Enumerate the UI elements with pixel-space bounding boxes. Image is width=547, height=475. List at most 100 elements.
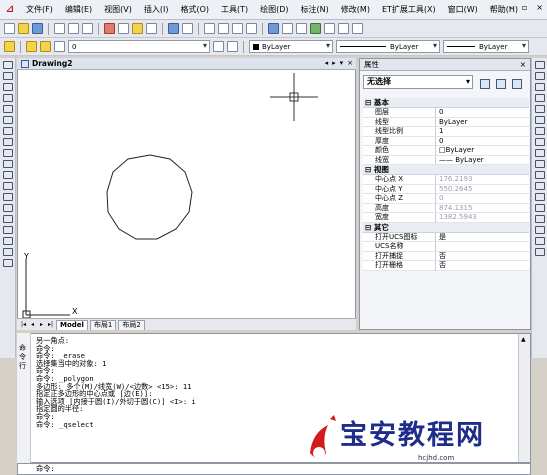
make-current-icon[interactable] (213, 41, 224, 52)
table-icon[interactable] (2, 248, 13, 256)
close-doc-button[interactable]: × (347, 59, 353, 67)
design-center-icon[interactable] (282, 23, 293, 34)
properties-section-header[interactable]: ⊟ 其它 (363, 222, 529, 233)
menu-modify[interactable]: 修改(M) (335, 4, 376, 15)
menu-tools[interactable]: 工具(T) (215, 4, 254, 15)
doc-menu-button[interactable]: ▾ (340, 59, 344, 67)
help-icon[interactable] (352, 23, 363, 34)
collapse-icon[interactable]: ⊟ (365, 223, 374, 232)
restore-button[interactable]: ▫ (522, 3, 527, 12)
document-tab[interactable]: Drawing2 ◂ ▸ ▾ × (17, 58, 356, 70)
construction-line-icon[interactable] (2, 72, 13, 80)
spline-icon[interactable] (2, 149, 13, 157)
rectangle-icon[interactable] (2, 105, 13, 113)
menu-draw[interactable]: 绘图(D) (254, 4, 294, 15)
polyline-icon[interactable] (2, 83, 13, 91)
properties-icon[interactable] (268, 23, 279, 34)
break-at-point-icon[interactable] (534, 182, 545, 190)
menu-et-tools[interactable]: ET扩展工具(X) (376, 4, 442, 15)
hatch-icon[interactable] (2, 215, 13, 223)
property-row[interactable]: 打开栅格否 (363, 261, 529, 271)
tab-model[interactable]: Model (56, 319, 88, 330)
property-value[interactable]: —— ByLayer (436, 155, 529, 165)
property-row[interactable]: 线型比例 1 (363, 127, 529, 137)
scale-icon[interactable] (534, 138, 545, 146)
select-objects-icon[interactable] (496, 79, 506, 89)
make-block-icon[interactable] (2, 193, 13, 201)
extend-icon[interactable] (534, 171, 545, 179)
tab-layout2[interactable]: 布局2 (118, 319, 145, 330)
point-icon[interactable] (2, 204, 13, 212)
scroll-up-icon[interactable]: ▲ (521, 336, 526, 343)
linetype-select[interactable]: ByLayer (336, 40, 440, 53)
property-value[interactable]: 否 (436, 251, 529, 261)
property-row[interactable]: 图层 0 (363, 108, 529, 118)
property-row[interactable]: 线宽 —— ByLayer (363, 155, 529, 165)
polygon-shape[interactable] (106, 154, 193, 240)
property-row[interactable]: 高度 874.1315 (363, 203, 529, 213)
prev-layout-button[interactable]: ◂ (29, 321, 36, 328)
copy-icon[interactable] (118, 23, 129, 34)
arc-icon[interactable] (2, 116, 13, 124)
property-row[interactable]: UCS名称 (363, 242, 529, 252)
cut-icon[interactable] (104, 23, 115, 34)
menu-edit[interactable]: 编辑(E) (59, 4, 98, 15)
property-row[interactable]: 中心点 Z0 (363, 194, 529, 204)
property-row[interactable]: 颜色 □ByLayer (363, 146, 529, 156)
menu-format[interactable]: 格式(O) (174, 4, 215, 15)
markup-icon[interactable] (324, 23, 335, 34)
property-value[interactable]: ByLayer (436, 117, 529, 127)
collapse-icon[interactable]: ⊟ (365, 98, 374, 107)
zoom-previous-icon[interactable] (246, 23, 257, 34)
property-value[interactable]: 550.2645 (436, 184, 529, 194)
rotate-icon[interactable] (534, 127, 545, 135)
layer-manager-icon[interactable] (4, 41, 15, 52)
next-doc-button[interactable]: ▸ (332, 59, 336, 67)
sheet-set-icon[interactable] (310, 23, 321, 34)
next-layout-button[interactable]: ▸ (38, 321, 45, 328)
property-value[interactable]: □ByLayer (436, 146, 529, 156)
publish-icon[interactable] (82, 23, 93, 34)
line-icon[interactable] (2, 61, 13, 69)
property-row[interactable]: 打开捕捉否 (363, 251, 529, 261)
property-value[interactable]: 0 (436, 108, 529, 118)
property-value[interactable]: 1 (436, 127, 529, 137)
insert-block-icon[interactable] (2, 182, 13, 190)
print-icon[interactable] (54, 23, 65, 34)
property-row[interactable]: 厚度 0 (363, 136, 529, 146)
offset-icon[interactable] (534, 94, 545, 102)
polygon-icon[interactable] (2, 94, 13, 102)
menu-dimension[interactable]: 标注(N) (295, 4, 335, 15)
property-value[interactable]: 1382.5943 (436, 213, 529, 223)
properties-section-header[interactable]: ⊟ 基本 (363, 98, 529, 108)
erase-icon[interactable] (534, 61, 545, 69)
tab-layout1[interactable]: 布局1 (89, 319, 117, 330)
property-row[interactable]: 宽度 1382.5943 (363, 213, 529, 223)
property-value[interactable]: 874.1315 (436, 203, 529, 213)
chamfer-icon[interactable] (534, 215, 545, 223)
property-row[interactable]: 中心点 Y 550.2645 (363, 184, 529, 194)
mirror-icon[interactable] (534, 83, 545, 91)
open-folder-icon[interactable] (18, 23, 29, 34)
property-value[interactable]: 是 (436, 232, 529, 242)
properties-section-header[interactable]: ⊟ 视图 (363, 165, 529, 175)
ellipse-icon[interactable] (2, 160, 13, 168)
new-file-icon[interactable] (4, 23, 15, 34)
menu-view[interactable]: 视图(V) (98, 4, 138, 15)
menu-insert[interactable]: 插入(I) (138, 4, 175, 15)
multiline-text-icon[interactable] (2, 259, 13, 267)
join-icon[interactable] (534, 204, 545, 212)
collapse-icon[interactable]: ⊟ (365, 165, 374, 174)
undo-icon[interactable] (168, 23, 179, 34)
property-row[interactable]: 线型 ByLayer (363, 117, 529, 127)
edit-polyline-icon[interactable] (534, 248, 545, 256)
revision-cloud-icon[interactable] (2, 138, 13, 146)
zoom-realtime-icon[interactable] (218, 23, 229, 34)
region-icon[interactable] (2, 237, 13, 245)
drawing-canvas[interactable]: Y X (17, 58, 356, 330)
menu-file[interactable]: 文件(F) (20, 4, 59, 15)
gradient-icon[interactable] (2, 226, 13, 234)
properties-close-button[interactable]: × (520, 59, 526, 71)
copy-object-icon[interactable] (534, 72, 545, 80)
first-layout-button[interactable]: |◂ (20, 321, 27, 328)
